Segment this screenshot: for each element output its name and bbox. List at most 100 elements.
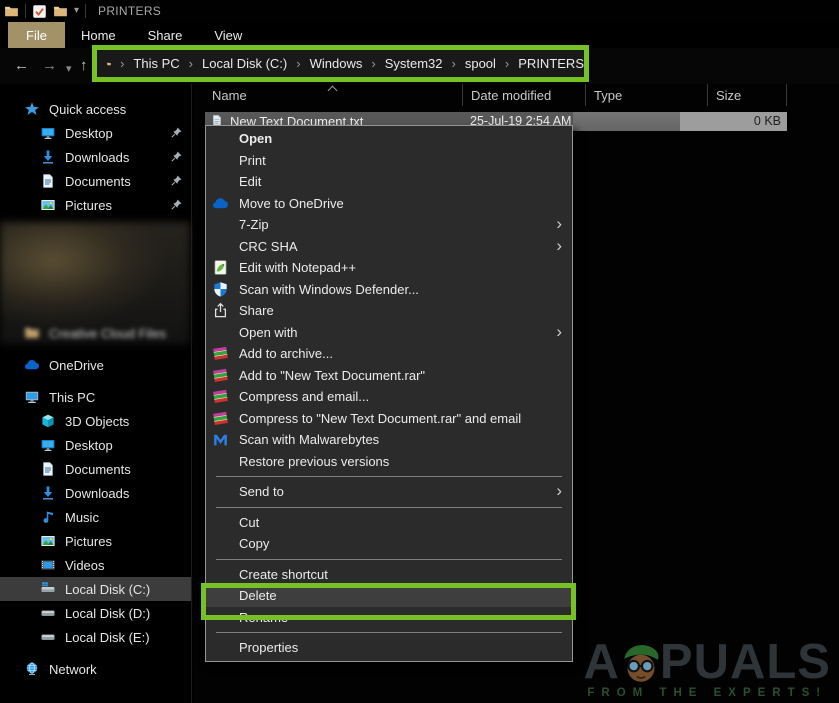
context-menu-item-label: Add to archive... [239, 346, 562, 361]
context-menu-item-icon [212, 302, 229, 319]
sidebar-item[interactable]: Desktop [0, 121, 191, 145]
breadcrumb-segment[interactable]: › Local Disk (C:) [180, 56, 288, 71]
context-menu-item-label: Print [239, 153, 562, 168]
watermark-tagline: FROM THE EXPERTS! [584, 687, 831, 699]
sidebar-item[interactable]: Local Disk (C:) [0, 577, 191, 601]
context-menu-item[interactable]: Cut [206, 512, 572, 534]
breadcrumb-segment-label: This PC [133, 56, 179, 71]
sidebar-item[interactable]: Network [0, 657, 191, 681]
breadcrumb-segment-label: spool [465, 56, 496, 71]
sidebar-item-icon [40, 629, 56, 645]
context-menu-item-label: Scan with Windows Defender... [239, 282, 562, 297]
sidebar-item[interactable]: Creative Cloud Files [0, 321, 191, 345]
pin-icon [170, 126, 183, 139]
context-menu-item[interactable]: Edit [206, 171, 572, 193]
column-header-size[interactable]: Size [707, 84, 787, 106]
ribbon-tab[interactable]: File [8, 22, 65, 48]
sidebar-item-label: Quick access [49, 102, 126, 117]
breadcrumb-segment[interactable]: › This PC [111, 56, 180, 71]
breadcrumb-separator-icon: › [505, 56, 509, 71]
sidebar-item[interactable]: Music [0, 505, 191, 529]
context-menu-item[interactable]: Properties [206, 637, 572, 659]
context-menu-item-label: 7-Zip [239, 217, 556, 232]
up-arrow-icon[interactable]: ↑ [80, 56, 88, 76]
column-header-name[interactable]: Name [193, 84, 462, 106]
context-menu-item[interactable]: Restore previous versions [206, 451, 572, 473]
sidebar-item[interactable]: Local Disk (D:) [0, 601, 191, 625]
qat-customize-chevron-icon[interactable]: ▾ [74, 6, 79, 16]
qat-new-folder-icon[interactable] [53, 4, 68, 19]
sidebar-item[interactable]: Downloads [0, 145, 191, 169]
titlebar-divider [85, 4, 86, 18]
context-menu-item[interactable]: Scan with Malwarebytes [206, 429, 572, 451]
context-menu-item[interactable]: Print [206, 150, 572, 172]
sidebar-item-label: Documents [65, 174, 131, 189]
recent-locations-chevron-icon[interactable]: ▾ [66, 59, 72, 79]
context-menu-item[interactable]: Add to archive... [206, 343, 572, 365]
context-menu-item-icon [212, 388, 229, 405]
sidebar-item-label: Local Disk (D:) [65, 606, 150, 621]
sidebar-item-label: This PC [49, 390, 95, 405]
sidebar-item[interactable]: Documents [0, 169, 191, 193]
sidebar-item[interactable]: This PC [0, 385, 191, 409]
context-menu-item[interactable]: Open [206, 128, 572, 150]
sidebar-item[interactable]: Desktop [0, 433, 191, 457]
watermark-brand-left: A [584, 640, 620, 684]
context-menu-item-label: Edit [239, 174, 562, 189]
file-size: 0 KB [754, 114, 781, 128]
context-menu-item[interactable]: 7-Zip › [206, 214, 572, 236]
ribbon-tab-label: Home [81, 28, 116, 43]
sidebar-item-icon [24, 389, 40, 405]
context-menu-item[interactable]: Move to OneDrive [206, 193, 572, 215]
breadcrumb-segment[interactable]: › System32 [362, 56, 442, 71]
breadcrumb-segment[interactable]: › spool [443, 56, 496, 71]
window-title: PRINTERS [98, 4, 161, 18]
sidebar-item[interactable]: Videos [0, 553, 191, 577]
breadcrumb-separator-icon: › [296, 56, 300, 71]
sidebar-item[interactable]: Quick access [0, 97, 191, 121]
breadcrumb-segment[interactable]: › PRINTERS [496, 56, 584, 71]
forward-arrow-icon[interactable]: → [42, 56, 57, 76]
sidebar-item[interactable]: Local Disk (E:) [0, 625, 191, 649]
sidebar-item-icon [40, 557, 56, 573]
sidebar-item[interactable]: Documents [0, 457, 191, 481]
sidebar-item-icon [40, 173, 56, 189]
context-menu-item[interactable]: Send to › [206, 481, 572, 503]
context-menu-item-icon [212, 431, 229, 448]
sidebar-item-label: 3D Objects [65, 414, 129, 429]
column-header-date-modified[interactable]: Date modified [462, 84, 585, 106]
watermark-brand: A PUALS [584, 640, 831, 684]
back-arrow-icon[interactable]: ← [14, 56, 29, 76]
sidebar-item[interactable]: Pictures [0, 529, 191, 553]
file-row-size-cell: 0 KB [680, 112, 787, 131]
sidebar-item[interactable]: Downloads [0, 481, 191, 505]
context-menu-item[interactable]: Open with › [206, 322, 572, 344]
sidebar-item[interactable]: OneDrive [0, 353, 191, 377]
context-menu-item [206, 472, 572, 481]
context-menu-item[interactable]: CRC SHA › [206, 236, 572, 258]
context-menu-item[interactable]: Compress to "New Text Document.rar" and … [206, 408, 572, 430]
submenu-arrow-icon: › [556, 482, 562, 499]
column-header-type[interactable]: Type [585, 84, 707, 106]
context-menu-item-label: Compress and email... [239, 389, 562, 404]
column-headers: Name Date modified Type Size [193, 84, 787, 106]
breadcrumb-segment[interactable]: › Windows [287, 56, 362, 71]
sidebar-item[interactable]: 3D Objects [0, 409, 191, 433]
sidebar-item[interactable]: Pictures [0, 193, 191, 217]
context-menu-item[interactable]: Share [206, 300, 572, 322]
breadcrumb-segment-label: PRINTERS [518, 56, 584, 71]
qat-properties-icon[interactable] [32, 4, 47, 19]
context-menu-item-label: Open [239, 131, 562, 146]
context-menu-item[interactable]: Compress and email... [206, 386, 572, 408]
context-menu-item[interactable]: Copy [206, 533, 572, 555]
context-menu-item-label: Copy [239, 536, 562, 551]
context-menu-item[interactable]: Create shortcut [206, 564, 572, 586]
context-menu-item[interactable]: Scan with Windows Defender... [206, 279, 572, 301]
file-list-pane: Name Date modified Type Size New Text Do… [193, 84, 839, 703]
highlight-box-delete [201, 583, 576, 620]
submenu-arrow-icon: › [556, 237, 562, 254]
breadcrumb[interactable]: › This PC › Local Disk (C:) › Windows › … [97, 50, 584, 77]
context-menu-item[interactable]: Edit with Notepad++ [206, 257, 572, 279]
context-menu-item-label: Edit with Notepad++ [239, 260, 562, 275]
context-menu-item[interactable]: Add to "New Text Document.rar" [206, 365, 572, 387]
